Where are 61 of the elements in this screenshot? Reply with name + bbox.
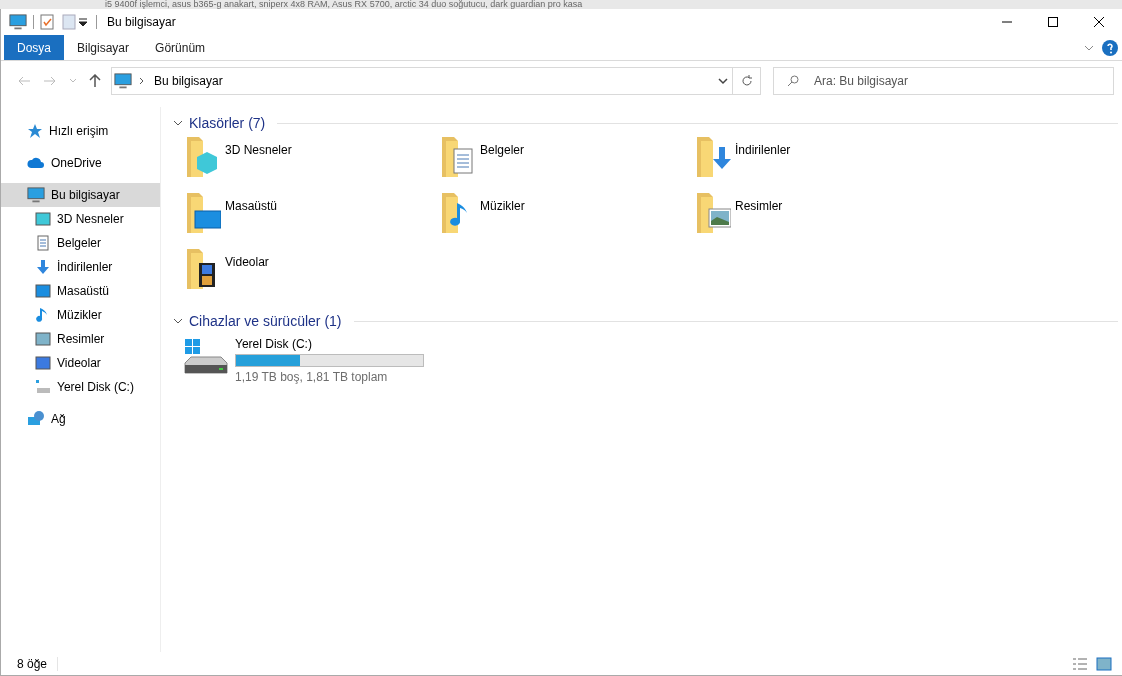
search-field[interactable]: Ara: Bu bilgisayar (773, 67, 1114, 95)
address-bar[interactable]: Bu bilgisayar (111, 67, 761, 95)
sidebar-item[interactable]: Videolar (1, 351, 160, 375)
sidebar-item[interactable]: Masaüstü (1, 279, 160, 303)
drive-tile[interactable]: Yerel Disk (C:) 1,19 TB boş, 1,81 TB toplam (173, 331, 1118, 384)
folder-tile[interactable]: Masaüstü (187, 193, 442, 249)
drive-space-text: 1,19 TB boş, 1,81 TB toplam (235, 370, 389, 384)
back-arrow-icon (17, 75, 31, 87)
sidebar-item[interactable]: Müzikler (1, 303, 160, 327)
folder-tile[interactable]: Belgeler (442, 137, 697, 193)
folder-tile[interactable]: İndirilenler (697, 137, 952, 193)
chevron-down-icon (718, 77, 728, 85)
breadcrumb-chevron-icon (138, 77, 146, 85)
computer-icon (27, 186, 45, 204)
chevron-icon (173, 118, 183, 128)
search-icon (787, 75, 799, 87)
computer-icon (9, 13, 27, 31)
sidebar-item[interactable]: 3D Nesneler (1, 207, 160, 231)
forward-arrow-icon (43, 75, 57, 87)
window-title: Bu bilgisayar (107, 15, 177, 29)
refresh-icon (740, 75, 753, 87)
list-icon (1072, 656, 1088, 671)
chevron-down-icon (1084, 44, 1094, 52)
sidebar-item[interactable]: İndirilenler (1, 255, 160, 279)
sidebar-item[interactable]: OneDrive (1, 151, 160, 175)
star-icon (27, 123, 43, 139)
folder-tile[interactable]: Videolar (187, 249, 442, 305)
document-icon (35, 235, 51, 251)
sidebar-item[interactable]: Resimler (1, 327, 160, 351)
section-header[interactable]: Cihazlar ve sürücüler (1) (173, 311, 1118, 331)
chevron-icon (173, 316, 183, 326)
sidebar-item[interactable]: Hızlı erişim (1, 119, 160, 143)
sidebar-item[interactable]: Belgeler (1, 231, 160, 255)
folder-icon (697, 137, 731, 177)
network-icon (27, 411, 45, 427)
maximize-icon (1048, 17, 1058, 27)
desktop-icon (35, 283, 51, 299)
item-count: 8 öğe (17, 656, 59, 671)
section-header[interactable]: Klasörler (7) (173, 113, 1118, 133)
help-icon (1102, 40, 1118, 56)
ribbon-tab[interactable]: Görünüm (142, 35, 219, 60)
folder-tile[interactable]: Müzikler (442, 193, 697, 249)
folder-icon (442, 137, 476, 177)
close-icon (1094, 17, 1104, 27)
ribbon-tab[interactable]: Dosya (4, 35, 64, 60)
properties-icon[interactable] (40, 14, 54, 30)
dropdown-icon[interactable] (76, 17, 90, 27)
folder-icon (187, 193, 221, 233)
sidebar-item[interactable]: Yerel Disk (C:) (1, 375, 160, 399)
up-arrow-icon (89, 74, 101, 88)
cloud-icon (27, 157, 45, 169)
chevron-down-icon (69, 78, 77, 84)
computer-icon (114, 72, 132, 90)
folder-tile[interactable]: 3D Nesneler (187, 137, 442, 193)
sidebar-item[interactable]: Ağ (1, 407, 160, 431)
sidebar-item[interactable]: Bu bilgisayar (1, 183, 160, 207)
down-arrow-icon (35, 259, 51, 275)
ribbon-tab[interactable]: Bilgisayar (64, 35, 143, 60)
background-window-text: i5 9400f işlemci, asus b365-g anakart, sniperx 4x8 RAM, Asus RX 5700, arctic 34 duo soğutucu, dark guardian pro kasa (105, 0, 583, 9)
folder-icon (697, 193, 731, 233)
folder-tile[interactable]: Resimler (697, 193, 952, 249)
